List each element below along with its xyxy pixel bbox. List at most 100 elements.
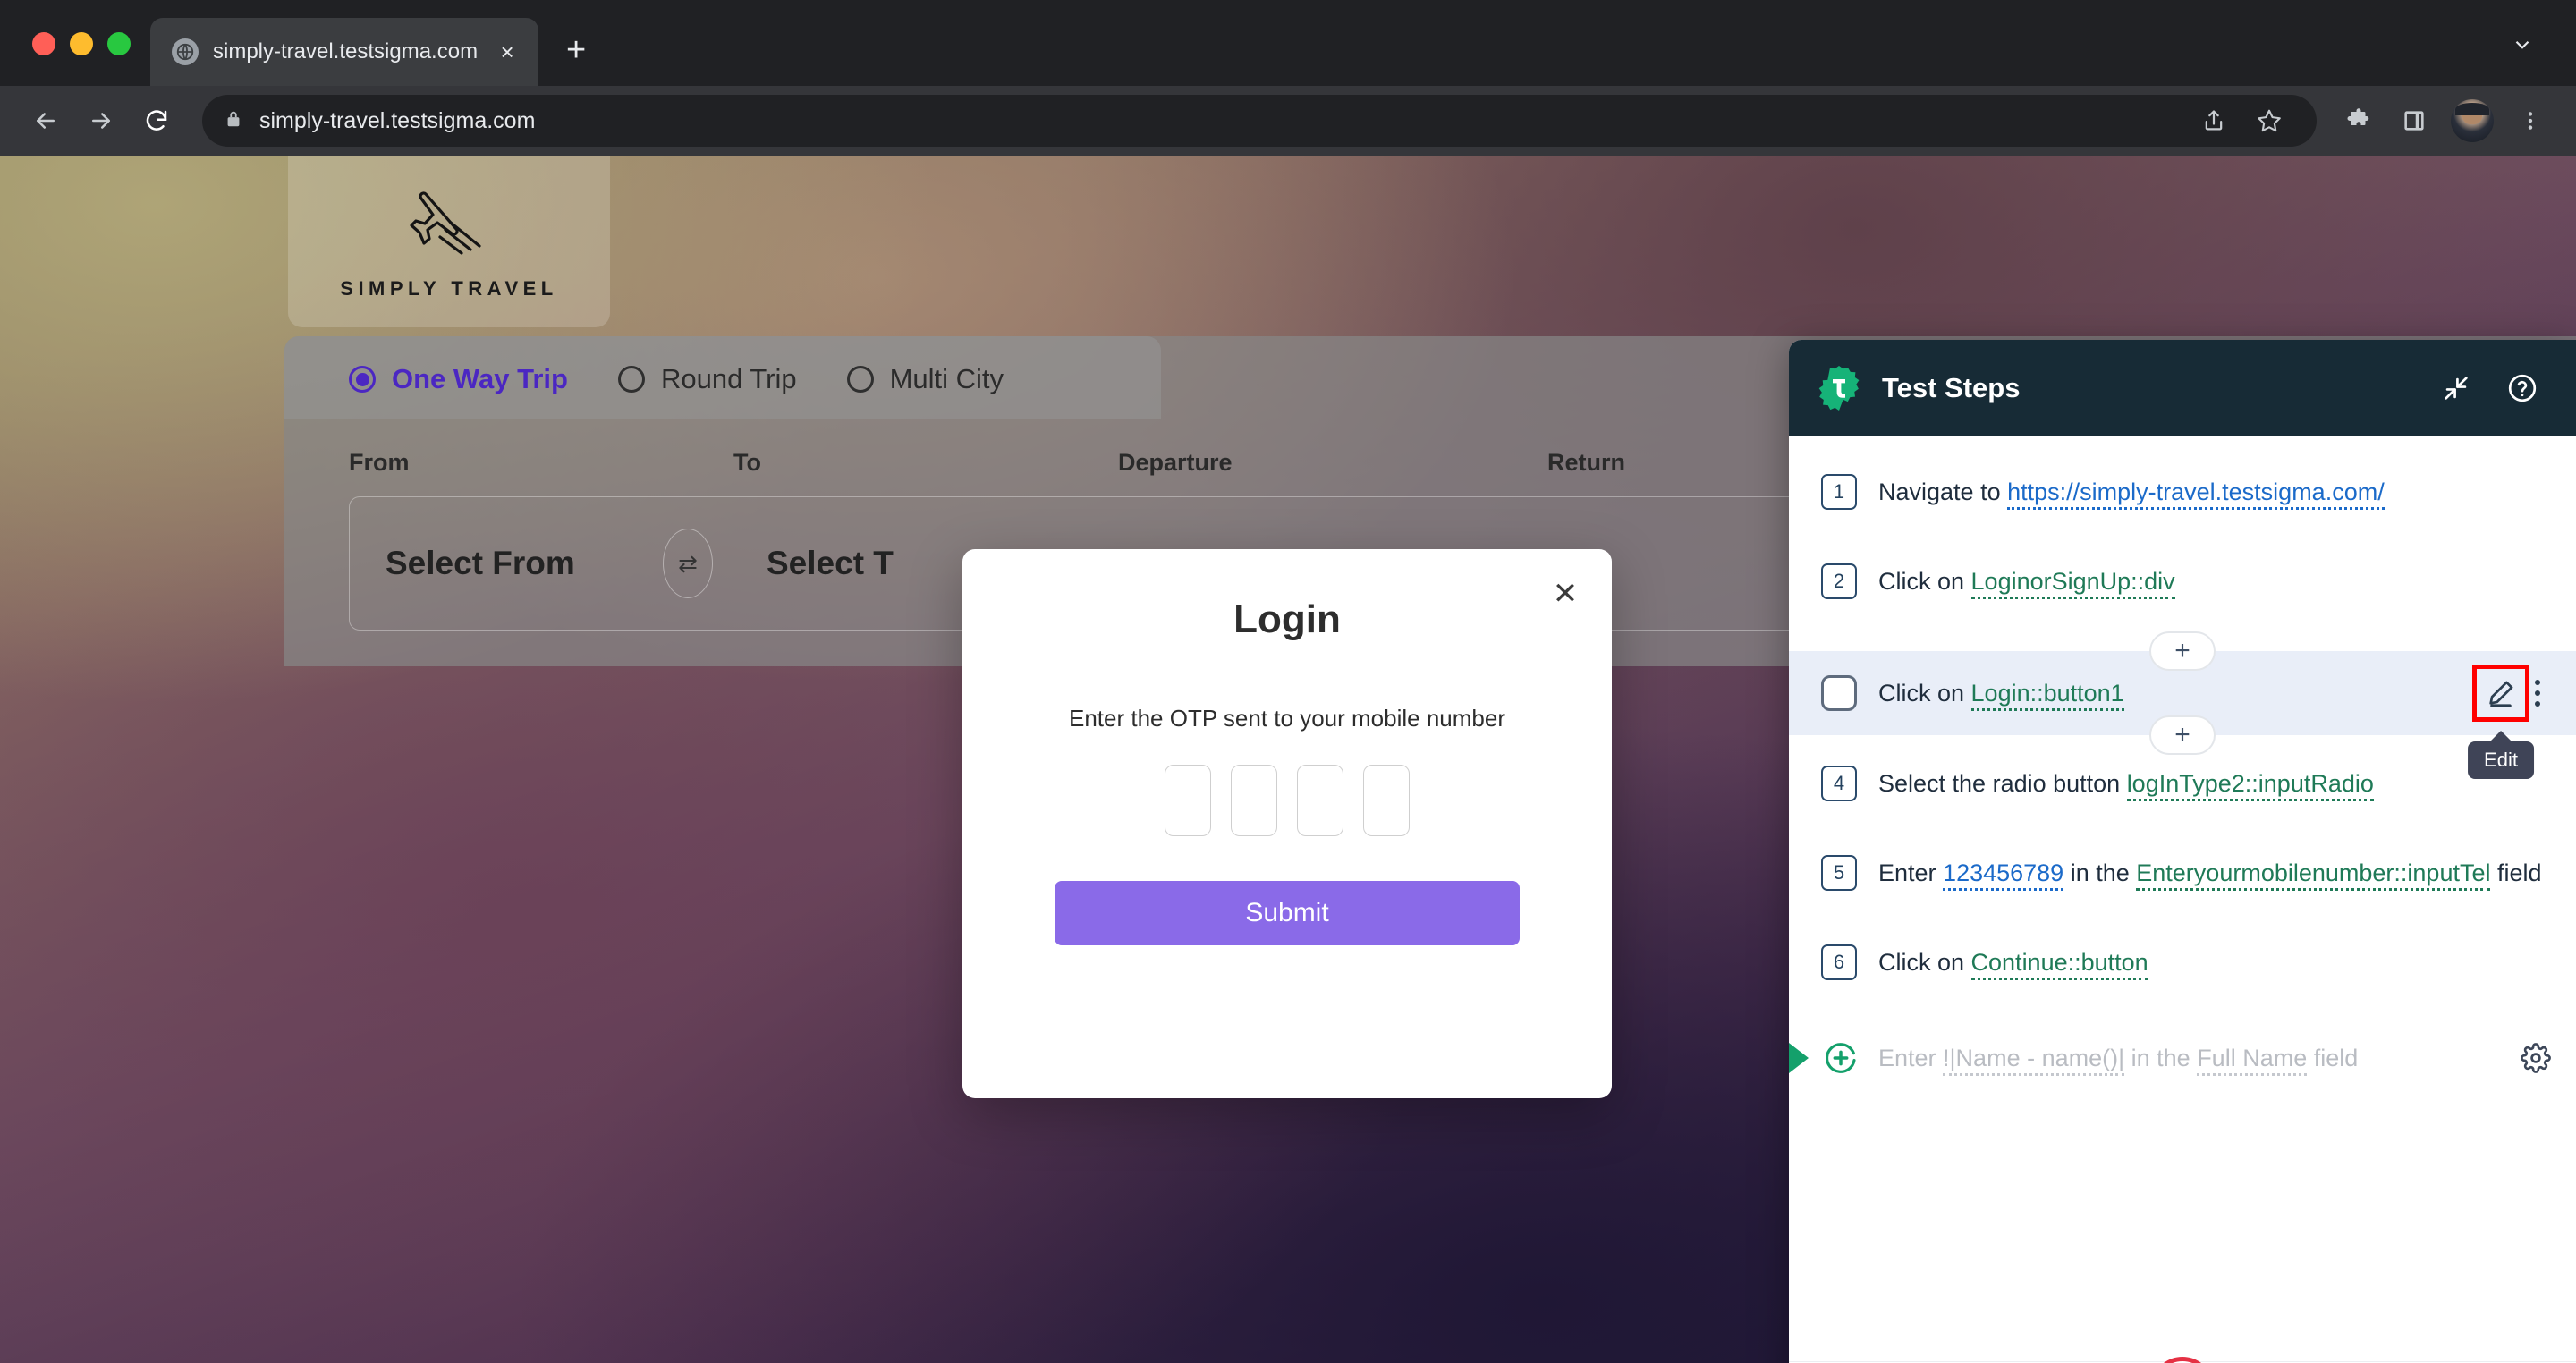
test-step-row[interactable]: 1 Navigate to https://simply-travel.test… bbox=[1789, 451, 2576, 533]
extensions-icon[interactable] bbox=[2333, 95, 2385, 147]
step-element-link[interactable]: Enteryourmobilenumber::inputTel bbox=[2136, 859, 2491, 891]
otp-digit-input[interactable] bbox=[1297, 765, 1343, 836]
close-icon[interactable]: × bbox=[492, 37, 522, 67]
otp-instruction: Enter the OTP sent to your mobile number bbox=[1069, 705, 1505, 732]
step-number-badge: 1 bbox=[1821, 474, 1857, 510]
tab-title: simply-travel.testsigma.com bbox=[213, 39, 479, 63]
airplane-icon bbox=[395, 183, 503, 265]
page-viewport: SIMPLY TRAVEL One Way Trip Round Trip Mu… bbox=[0, 156, 2576, 1363]
login-modal: ✕ Login Enter the OTP sent to your mobil… bbox=[962, 549, 1612, 1098]
share-icon[interactable] bbox=[2188, 95, 2240, 147]
collapse-icon[interactable] bbox=[2433, 365, 2479, 411]
step-text: Enter 123456789 in the Enteryourmobilenu… bbox=[1878, 857, 2542, 891]
browser-window: simply-travel.testsigma.com × + simply-t… bbox=[0, 0, 2576, 1363]
edit-highlight-box bbox=[2472, 665, 2529, 722]
trip-type-label: Multi City bbox=[889, 363, 1004, 394]
radio-icon bbox=[349, 366, 376, 393]
step-link[interactable]: LoginorSignUp::div bbox=[1970, 567, 2175, 599]
radio-icon bbox=[617, 366, 645, 393]
swap-icon[interactable]: ⇄ bbox=[663, 529, 713, 598]
otp-input-row bbox=[962, 765, 1612, 836]
otp-digit-input[interactable] bbox=[1231, 765, 1277, 836]
step-number-badge: 5 bbox=[1821, 855, 1857, 891]
step-prefix: Click on bbox=[1878, 679, 1971, 707]
avatar[interactable] bbox=[2451, 99, 2494, 142]
step-link[interactable]: logInType2::inputRadio bbox=[2126, 769, 2374, 801]
trip-type-multi-city[interactable]: Multi City bbox=[846, 363, 1004, 395]
panel-title: Test Steps bbox=[1882, 372, 2021, 403]
trip-type-label: One Way Trip bbox=[392, 363, 568, 394]
otp-digit-input[interactable] bbox=[1165, 765, 1211, 836]
lock-icon bbox=[224, 108, 243, 134]
new-tab-button[interactable]: + bbox=[551, 25, 601, 75]
modal-title: Login bbox=[1233, 597, 1341, 641]
step-prefix: Select the radio button bbox=[1878, 769, 2127, 797]
otp-digit-input[interactable] bbox=[1363, 765, 1410, 836]
side-panel-icon[interactable] bbox=[2388, 95, 2440, 147]
label-from: From bbox=[349, 449, 410, 476]
add-step-button[interactable]: + bbox=[2149, 631, 2216, 671]
omnibox-actions bbox=[2188, 95, 2295, 147]
add-step-button[interactable]: + bbox=[2149, 715, 2216, 755]
test-step-row[interactable]: 2 Click on LoginorSignUp::div bbox=[1789, 540, 2576, 622]
test-steps-panel: Test Steps 1 Navigate to https://simply- bbox=[1789, 340, 2576, 1363]
panel-header: Test Steps bbox=[1789, 340, 2576, 436]
step-link[interactable]: https://simply-travel.testsigma.com/ bbox=[2007, 478, 2385, 510]
browser-toolbar: simply-travel.testsigma.com bbox=[0, 86, 2576, 156]
close-icon[interactable]: ✕ bbox=[1547, 576, 1583, 612]
step-number-badge: 4 bbox=[1821, 766, 1857, 801]
circle-plus-icon[interactable] bbox=[1823, 1040, 1859, 1076]
trip-type-label: Round Trip bbox=[660, 363, 797, 394]
trip-type-round[interactable]: Round Trip bbox=[617, 363, 797, 395]
step-suffix: field bbox=[2490, 859, 2542, 886]
step-link[interactable]: Continue::button bbox=[1970, 948, 2148, 980]
site-logo-text: SIMPLY TRAVEL bbox=[340, 276, 558, 300]
minimize-window-button[interactable] bbox=[70, 32, 93, 55]
step-value-link[interactable]: 123456789 bbox=[1943, 859, 2064, 891]
back-icon[interactable] bbox=[20, 95, 72, 147]
edit-button-wrapper: Edit bbox=[2468, 665, 2534, 779]
submit-button[interactable]: Submit bbox=[1055, 881, 1520, 945]
help-circle-icon[interactable] bbox=[2499, 365, 2546, 411]
step-text: Select the radio button logInType2::inpu… bbox=[1878, 767, 2374, 801]
step-number-badge: 2 bbox=[1821, 563, 1857, 599]
reload-icon[interactable] bbox=[131, 95, 182, 147]
site-logo-card: SIMPLY TRAVEL bbox=[288, 156, 610, 327]
maximize-window-button[interactable] bbox=[107, 32, 131, 55]
address-bar-url: simply-travel.testsigma.com bbox=[259, 107, 536, 133]
step-number-badge: 6 bbox=[1821, 944, 1857, 980]
tab-strip: simply-travel.testsigma.com × + bbox=[0, 0, 2576, 86]
step-text: Click on Login::button1 bbox=[1878, 677, 2124, 711]
new-step-row[interactable]: Enter !|Name - name()| in the Full Name … bbox=[1789, 1027, 2576, 1089]
address-bar[interactable]: simply-travel.testsigma.com bbox=[202, 95, 2317, 147]
window-controls bbox=[0, 32, 150, 86]
step-link[interactable]: Login::button1 bbox=[1970, 679, 2124, 711]
gear-icon[interactable] bbox=[2521, 1043, 2551, 1073]
test-step-row[interactable]: 6 Click on Continue::button bbox=[1789, 921, 2576, 1003]
step-prefix: Click on bbox=[1878, 948, 1971, 976]
step-text: Click on Continue::button bbox=[1878, 946, 2148, 980]
label-departure: Departure bbox=[1118, 449, 1233, 476]
step-prefix: Navigate to bbox=[1878, 478, 2008, 505]
step-prefix: Click on bbox=[1878, 567, 1971, 595]
step-prefix: Enter bbox=[1878, 859, 1944, 886]
globe-icon bbox=[172, 38, 199, 65]
trip-type-tabs: One Way Trip Round Trip Multi City bbox=[284, 336, 1161, 419]
bookmark-star-icon[interactable] bbox=[2243, 95, 2295, 147]
step-actions: Edit bbox=[2468, 665, 2551, 779]
label-to: To bbox=[733, 449, 761, 476]
step-text: Navigate to https://simply-travel.testsi… bbox=[1878, 476, 2385, 510]
step-text: Click on LoginorSignUp::div bbox=[1878, 565, 2175, 599]
forward-icon[interactable] bbox=[75, 95, 127, 147]
browser-tab[interactable]: simply-travel.testsigma.com × bbox=[150, 18, 539, 86]
testsigma-logo-icon bbox=[1816, 365, 1862, 411]
test-step-row[interactable]: 5 Enter 123456789 in the Enteryourmobile… bbox=[1789, 832, 2576, 914]
steps-list: 1 Navigate to https://simply-travel.test… bbox=[1789, 436, 2576, 1361]
close-window-button[interactable] bbox=[32, 32, 55, 55]
step-checkbox[interactable] bbox=[1821, 675, 1857, 711]
chevron-down-icon[interactable] bbox=[2497, 20, 2547, 70]
placeholder-token: !|Name - name()| bbox=[1943, 1044, 2125, 1076]
from-field[interactable]: Select From bbox=[350, 545, 645, 582]
trip-type-one-way[interactable]: One Way Trip bbox=[349, 363, 568, 395]
browser-menu-icon[interactable] bbox=[2504, 95, 2556, 147]
